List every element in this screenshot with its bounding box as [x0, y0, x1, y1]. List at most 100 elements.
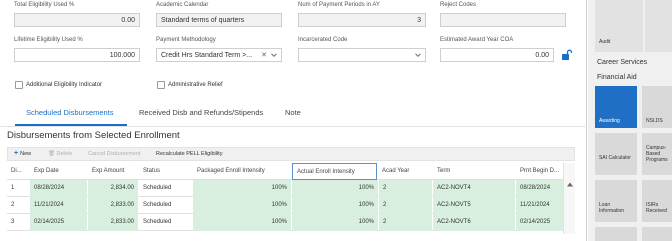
- total-eligibility-field[interactable]: 0.00: [14, 13, 140, 27]
- table-cell[interactable]: 11/21/2024: [30, 197, 87, 214]
- new-button-label: New: [20, 151, 32, 157]
- table-row[interactable]: 3 02/14/2025 2,833.00 Scheduled 100% 100…: [7, 214, 575, 231]
- table-cell[interactable]: 2: [379, 197, 432, 214]
- academic-calendar-label: Academic Calendar: [156, 2, 209, 8]
- academic-calendar-field[interactable]: Standard terms of quarters: [156, 13, 282, 27]
- tile-blank[interactable]: [645, 0, 672, 52]
- column-header[interactable]: Term: [433, 163, 515, 180]
- table-cell[interactable]: 02/14/2025: [516, 214, 563, 231]
- table-row[interactable]: 1 08/28/2024 2,834.00 Scheduled 100% 100…: [7, 180, 575, 197]
- tile-isirs-received[interactable]: ISIRs Received: [642, 180, 672, 222]
- clear-icon[interactable]: ✕: [261, 51, 267, 59]
- table-cell[interactable]: 08/28/2024: [30, 180, 87, 197]
- column-header[interactable]: Exp Date: [30, 163, 87, 180]
- additional-eligibility-label: Additional Eligibility Indicator: [26, 82, 103, 88]
- tile-sai-calculator[interactable]: SAI Calculator: [595, 133, 637, 175]
- column-header[interactable]: Status: [139, 163, 192, 180]
- tab-scheduled-disbursements[interactable]: Scheduled Disbursements: [26, 108, 114, 117]
- administrative-relief-label: Administrative Relief: [168, 82, 223, 88]
- cancel-disbursement-button[interactable]: Cancel Disbursement: [88, 151, 141, 157]
- column-header[interactable]: Di...: [7, 163, 29, 180]
- table-cell[interactable]: 11/21/2024: [516, 197, 563, 214]
- table-cell[interactable]: 100%: [193, 180, 291, 197]
- table-cell[interactable]: 100%: [292, 180, 378, 197]
- tile-awarding-label: Awarding: [599, 118, 620, 124]
- additional-eligibility-checkbox[interactable]: [15, 81, 23, 89]
- table-cell[interactable]: 2,834.00: [88, 180, 138, 197]
- table-cell: Scheduled: [143, 219, 172, 225]
- chevron-down-icon[interactable]: [271, 52, 277, 58]
- table-cell[interactable]: 2,833.00: [88, 197, 138, 214]
- table-header-row: Di... Exp Date Exp Amount Status Package…: [7, 163, 575, 180]
- tile-loan-information-label: Loan Information: [599, 202, 625, 214]
- scroll-up-icon[interactable]: [567, 182, 573, 187]
- table-cell[interactable]: 02/14/2025: [30, 214, 87, 231]
- table-cell: Scheduled: [143, 202, 172, 208]
- delete-button[interactable]: 🗑 Delete: [48, 151, 72, 157]
- career-services-link[interactable]: Career Services: [597, 59, 647, 66]
- table-cell: 2: [11, 202, 15, 208]
- column-header[interactable]: Acad Year: [378, 163, 431, 180]
- table-cell[interactable]: AC2-NOVT5: [433, 197, 515, 214]
- tab-note[interactable]: Note: [285, 108, 301, 117]
- incarcerated-code-select[interactable]: [298, 48, 426, 62]
- tile-more-1[interactable]: [595, 227, 637, 241]
- table-cell[interactable]: 100%: [193, 214, 291, 231]
- tile-loan-information[interactable]: Loan Information: [595, 180, 637, 222]
- tile-campus-based-label: Campus-Based Programs: [646, 145, 668, 163]
- tile-campus-based-programs[interactable]: Campus-Based Programs: [642, 133, 672, 175]
- table-cell[interactable]: AC2-NOVT4: [433, 180, 515, 197]
- table-cell[interactable]: 08/28/2024: [516, 180, 563, 197]
- column-header[interactable]: Prnt Begin D...: [516, 163, 562, 180]
- tabs-divider: [0, 126, 587, 127]
- unlock-icon[interactable]: [561, 49, 573, 61]
- table-cell[interactable]: 100%: [193, 197, 291, 214]
- column-header[interactable]: Exp Amount: [88, 163, 138, 180]
- recalculate-pell-button[interactable]: Recalculate PELL Eligibility: [156, 151, 222, 157]
- tab-received-disb-refunds[interactable]: Received Disb and Refunds/Stipends: [139, 108, 263, 117]
- disbursements-grid: Di... Exp Date Exp Amount Status Package…: [7, 163, 575, 234]
- chevron-down-icon[interactable]: [415, 52, 421, 58]
- table-cell[interactable]: 100%: [292, 197, 378, 214]
- trash-icon: 🗑: [48, 151, 55, 157]
- table-cell: 1: [11, 185, 15, 191]
- new-button[interactable]: + New: [14, 150, 31, 157]
- tile-audit-label: Audit: [599, 39, 611, 45]
- table-cell[interactable]: AC2-NOVT6: [433, 214, 515, 231]
- num-periods-label: Num of Payment Periods in AY: [298, 2, 380, 8]
- total-eligibility-label: Total Eligibility Used %: [14, 2, 75, 8]
- tile-nslds[interactable]: NSLDS: [642, 86, 672, 128]
- tile-more-2[interactable]: [642, 227, 672, 241]
- table-cell: Scheduled: [143, 185, 172, 191]
- administrative-relief-checkbox[interactable]: [157, 81, 165, 89]
- table-cell[interactable]: 100%: [292, 214, 378, 231]
- tile-sai-calculator-label: SAI Calculator: [599, 155, 631, 161]
- delete-button-label: Delete: [56, 151, 73, 157]
- tile-nslds-label: NSLDS: [646, 118, 663, 124]
- payment-methodology-value: Credit Hrs Standard Term >...: [161, 52, 253, 59]
- table-row[interactable]: 2 11/21/2024 2,833.00 Scheduled 100% 100…: [7, 197, 575, 214]
- table-cell: 3: [11, 219, 15, 225]
- award-coa-label: Estimated Award Year COA: [440, 37, 514, 43]
- reject-codes-field[interactable]: [440, 13, 566, 27]
- payment-methodology-label: Payment Methodology: [156, 37, 216, 43]
- tile-audit[interactable]: Audit: [595, 0, 643, 52]
- table-cell[interactable]: 2,833.00: [88, 214, 138, 231]
- grid-toolbar: + New 🗑 Delete Cancel Disbursement Recalc…: [7, 147, 575, 161]
- lifetime-eligibility-field[interactable]: 100.000: [14, 48, 140, 62]
- grid-scrollbar[interactable]: [563, 163, 575, 234]
- main-panel: Total Eligibility Used % 0.00 Academic C…: [0, 0, 587, 241]
- right-nav-panel: Audit Career Services Financial Aid Awar…: [588, 0, 672, 241]
- num-periods-field[interactable]: 3: [298, 13, 426, 27]
- reject-codes-label: Reject Codes: [440, 2, 477, 8]
- payment-methodology-select[interactable]: Credit Hrs Standard Term >... ✕: [156, 48, 282, 62]
- lifetime-eligibility-label: Lifetime Eligibility Used %: [14, 37, 83, 43]
- tile-awarding[interactable]: Awarding: [595, 86, 637, 128]
- column-header[interactable]: Actual Enroll Intensity: [292, 163, 377, 180]
- table-cell[interactable]: 2: [379, 180, 432, 197]
- tile-isirs-label: ISIRs Received: [646, 202, 667, 214]
- section-title: Disbursements from Selected Enrollment: [7, 130, 180, 141]
- table-cell[interactable]: 2: [379, 214, 432, 231]
- column-header[interactable]: Packaged Enroll Intensity: [193, 163, 290, 180]
- award-coa-field[interactable]: 0.00: [440, 48, 554, 62]
